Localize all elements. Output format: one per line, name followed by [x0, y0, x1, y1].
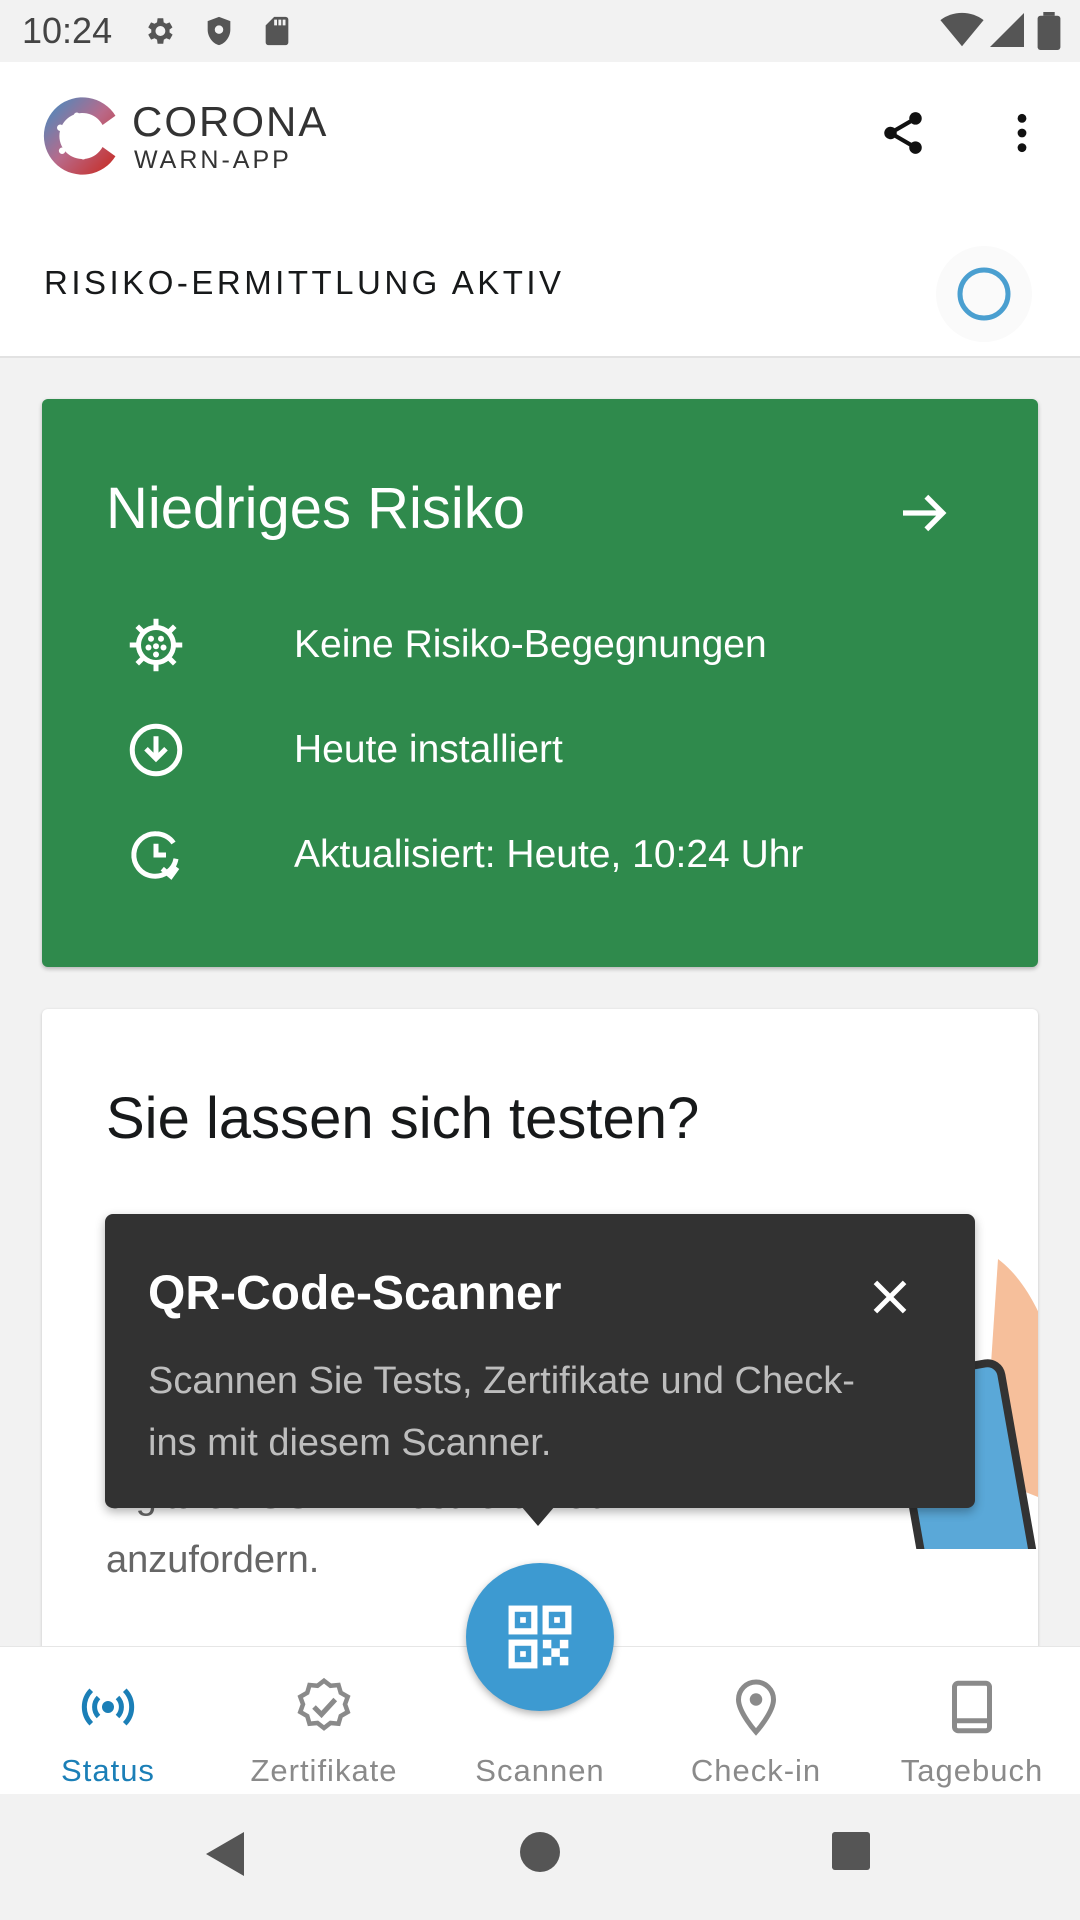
more-vert-icon: [1017, 113, 1027, 153]
scan-qr-button[interactable]: [466, 1563, 614, 1711]
risk-tracing-indicator-icon: [936, 246, 1032, 342]
risk-level-title: Niedriges Risiko: [106, 476, 526, 541]
risk-row-installed: Heute installiert: [106, 716, 986, 777]
system-recents-button[interactable]: [832, 1832, 870, 1870]
broadcast-icon: [81, 1688, 135, 1726]
clock-refresh-icon: [131, 831, 180, 880]
download-icon: [129, 723, 183, 777]
nav-label: Status: [61, 1753, 155, 1788]
tooltip-close-button[interactable]: [865, 1272, 915, 1322]
system-navigation-bar: [0, 1794, 1080, 1920]
status-bar: 10:24: [0, 0, 1080, 62]
app-header: CORONA WARN-APP RISIKO-ERMITTLUNG AKTIV: [0, 62, 1080, 358]
nav-label: Zertifikate: [250, 1753, 398, 1788]
shield-icon: [207, 16, 231, 46]
battery-icon: [1037, 12, 1061, 50]
system-home-button[interactable]: [520, 1832, 560, 1872]
nav-label: Tagebuch: [900, 1753, 1044, 1788]
status-time: 10:24: [22, 10, 113, 51]
settings-icon: [148, 18, 173, 44]
nav-item-status[interactable]: Status: [0, 1647, 216, 1795]
qr-scanner-tooltip: QR-Code-Scanner Scannen Sie Tests, Zerti…: [105, 1214, 975, 1508]
certificate-badge-icon: [297, 1677, 351, 1731]
tooltip-title: QR-Code-Scanner: [148, 1267, 562, 1320]
nav-item-certificates[interactable]: Zertifikate: [216, 1647, 432, 1795]
share-icon: [884, 112, 922, 154]
tooltip-pointer: [521, 1506, 555, 1526]
logo-subtitle: WARN-APP: [134, 146, 292, 174]
logo-title: CORONA: [132, 98, 329, 145]
risk-row-encounters: Keine Risiko-Begegnungen: [106, 611, 986, 672]
nav-item-checkin[interactable]: Check-in: [648, 1647, 864, 1795]
wifi-icon: [940, 12, 984, 47]
virus-icon: [129, 618, 183, 672]
corona-warn-app-logo: [43, 97, 116, 175]
nav-label: Scannen: [475, 1753, 605, 1788]
location-pin-icon: [735, 1679, 777, 1736]
risk-row-text: Heute installiert: [294, 728, 563, 771]
book-icon: [952, 1680, 992, 1734]
more-options-button[interactable]: [1000, 108, 1044, 158]
risk-card[interactable]: Niedriges Risiko Keine Risiko-Begegnunge…: [42, 399, 1038, 967]
risk-row-text: Keine Risiko-Begegnungen: [294, 623, 767, 666]
risk-row-updated: Aktualisiert: Heute, 10:24 Uhr: [106, 821, 986, 881]
system-back-button[interactable]: [204, 1830, 248, 1878]
test-card-body-line2: anzufordern.: [106, 1539, 320, 1581]
sd-card-icon: [265, 16, 289, 46]
qr-code-icon: [508, 1605, 572, 1669]
test-card-title: Sie lassen sich testen?: [106, 1086, 700, 1151]
arrow-right-icon: [903, 494, 947, 532]
risk-row-text: Aktualisiert: Heute, 10:24 Uhr: [294, 833, 804, 876]
signal-icon: [990, 13, 1024, 47]
tooltip-body: Scannen Sie Tests, Zertifikate und Check…: [148, 1360, 855, 1464]
close-icon: [873, 1280, 907, 1314]
share-button[interactable]: [878, 108, 928, 158]
risk-tracing-status[interactable]: RISIKO-ERMITTLUNG AKTIV: [44, 264, 565, 302]
nav-item-diary[interactable]: Tagebuch: [864, 1647, 1080, 1795]
nav-label: Check-in: [690, 1753, 822, 1788]
